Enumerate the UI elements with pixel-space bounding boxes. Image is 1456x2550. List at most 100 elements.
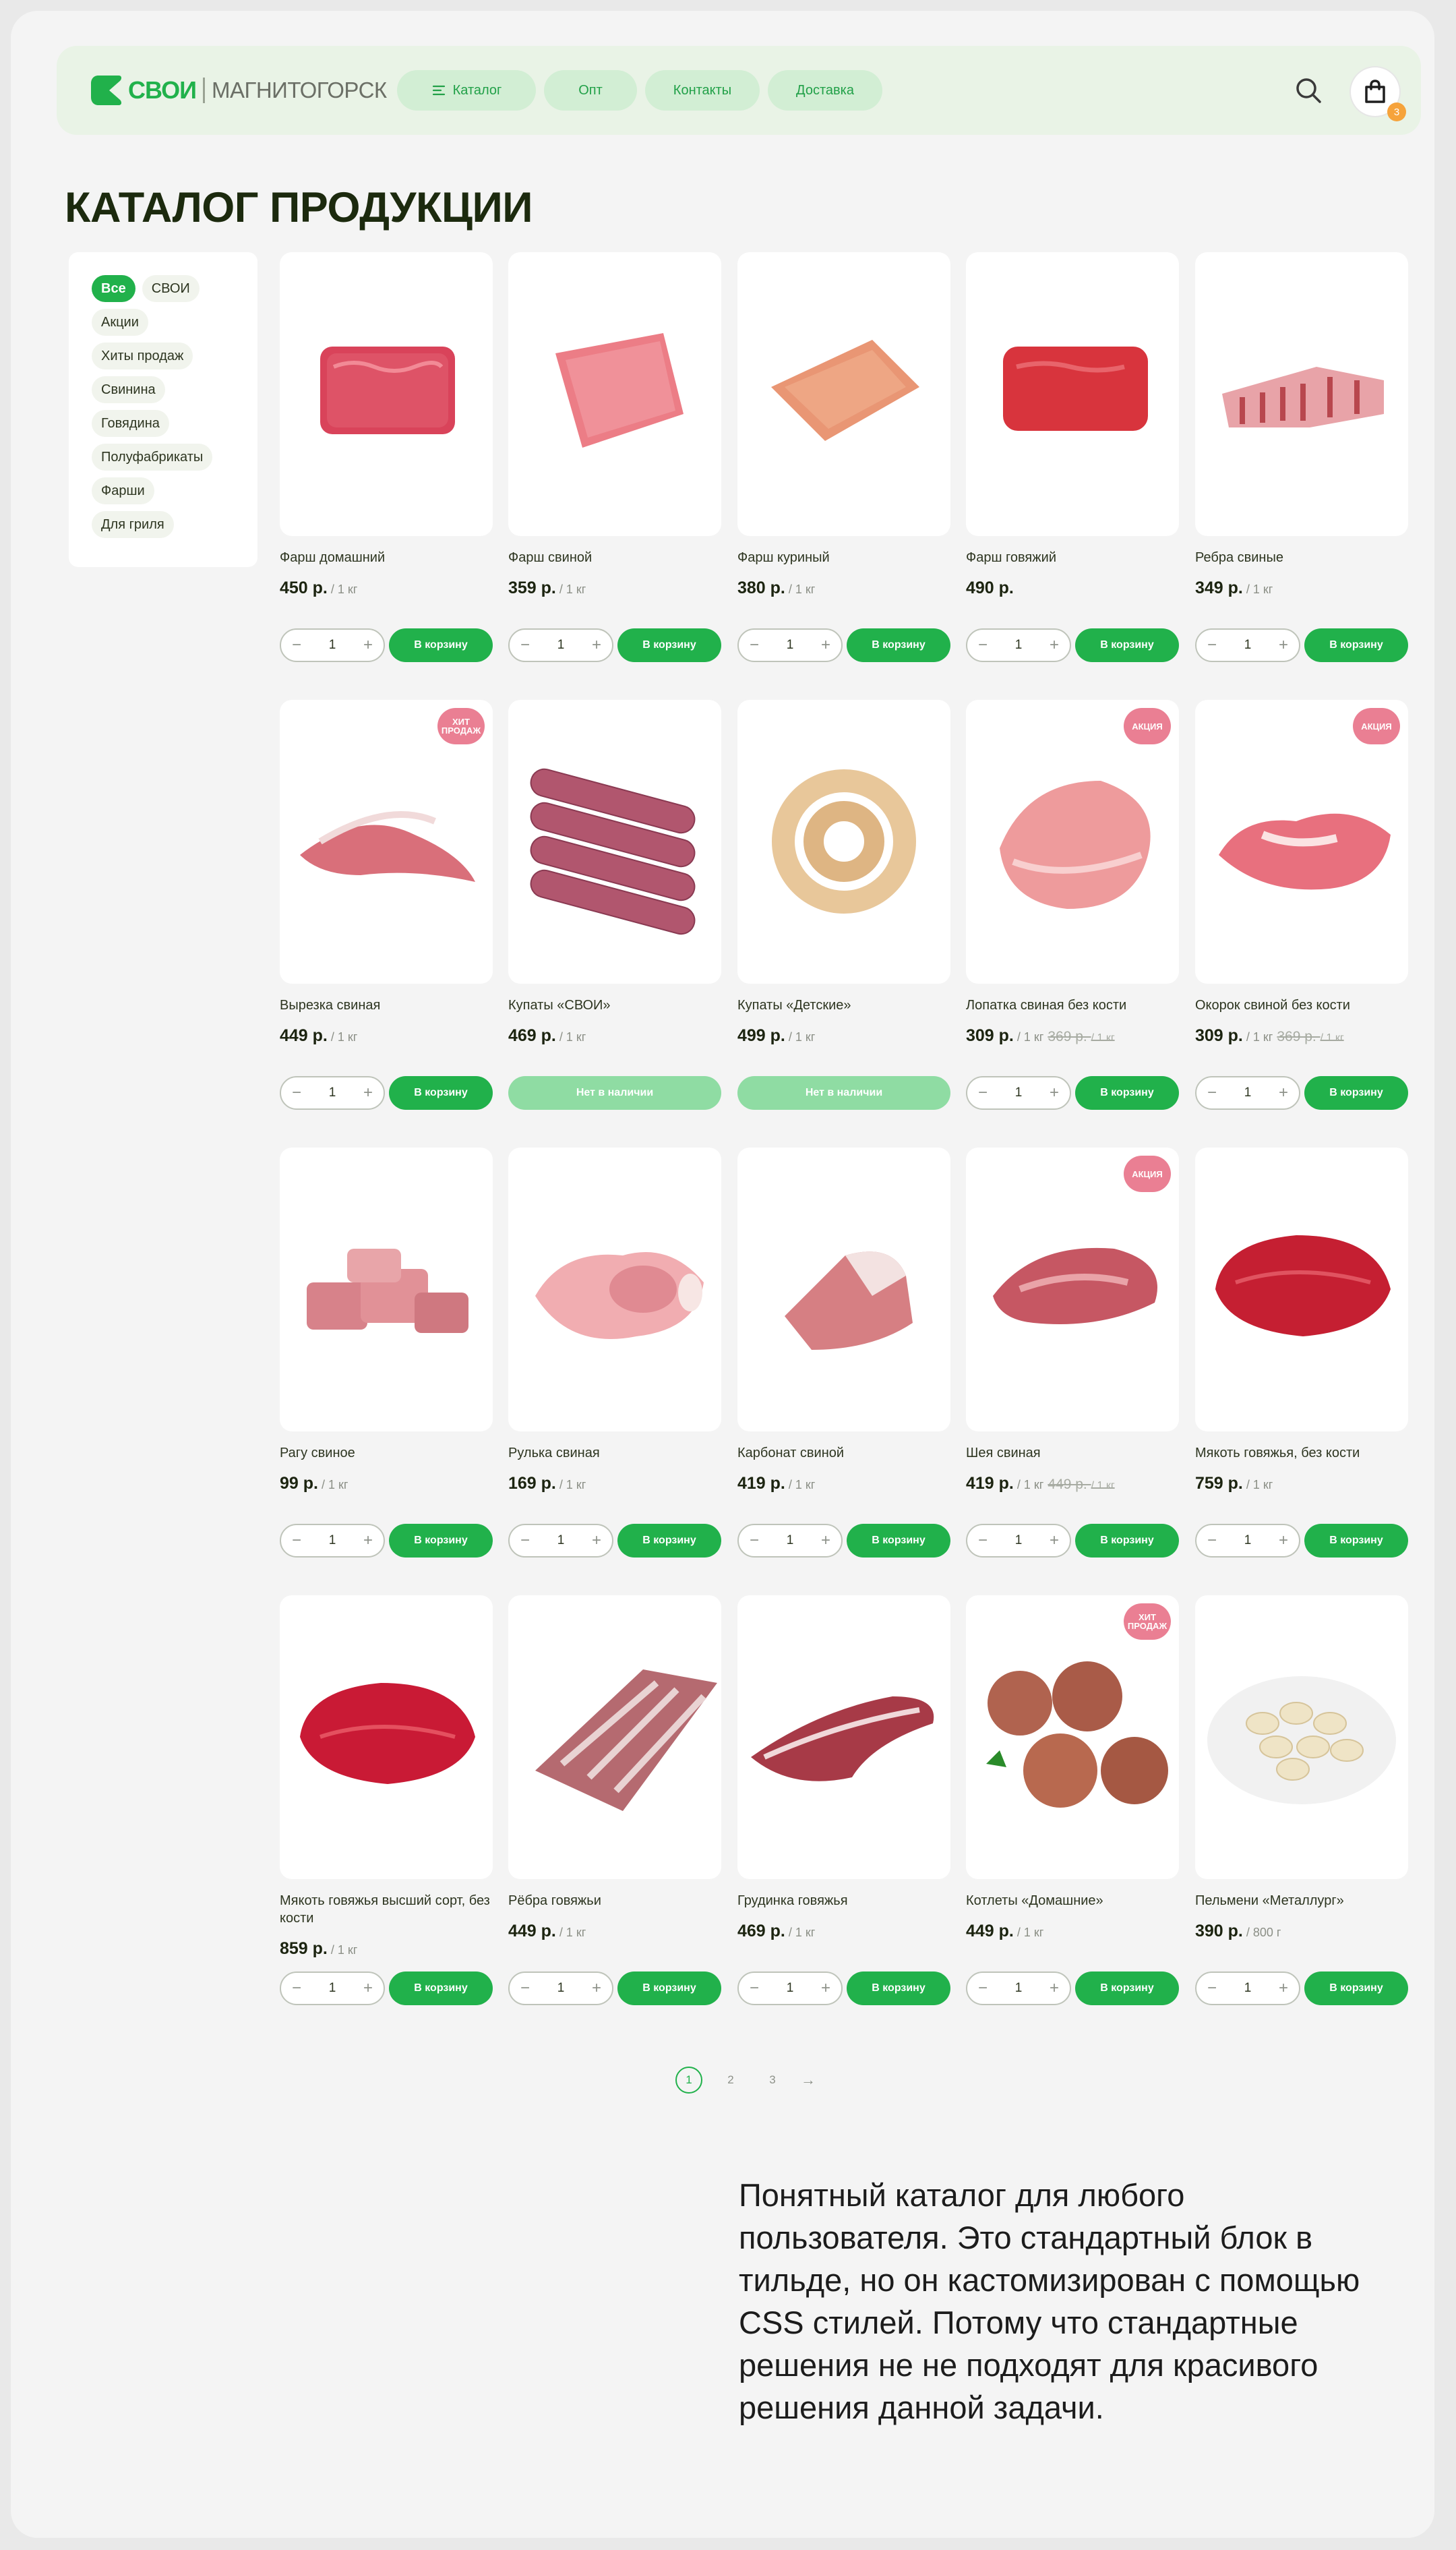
quantity-input[interactable]: 1	[1005, 1533, 1032, 1548]
product-name[interactable]: Рулька свиная	[508, 1444, 721, 1462]
filter-chip-semi-finished[interactable]: Полуфабрикаты	[92, 444, 213, 471]
product-name[interactable]: Рёбра говяжьи	[508, 1892, 721, 1909]
add-to-cart-button[interactable]: В корзину	[1075, 1076, 1179, 1110]
quantity-stepper[interactable]: − 1 +	[1195, 1524, 1300, 1558]
plus-icon[interactable]: +	[363, 1085, 373, 1101]
product-image[interactable]	[280, 252, 493, 536]
product-image[interactable]	[280, 1595, 493, 1879]
product-name[interactable]: Вырезка свиная	[280, 997, 493, 1014]
quantity-input[interactable]: 1	[319, 1533, 346, 1548]
minus-icon[interactable]: −	[292, 1533, 301, 1549]
minus-icon[interactable]: −	[292, 637, 301, 653]
plus-icon[interactable]: +	[821, 637, 830, 653]
plus-icon[interactable]: +	[1050, 1085, 1059, 1101]
add-to-cart-button[interactable]: В корзину	[847, 1524, 950, 1558]
quantity-input[interactable]: 1	[1005, 1981, 1032, 1996]
plus-icon[interactable]: +	[1279, 1085, 1288, 1101]
product-image[interactable]	[280, 1148, 493, 1431]
plus-icon[interactable]: +	[363, 1533, 373, 1549]
product-name[interactable]: Фарш говяжий	[966, 549, 1179, 566]
add-to-cart-button[interactable]: В корзину	[617, 1524, 721, 1558]
quantity-stepper[interactable]: − 1 +	[966, 628, 1071, 662]
add-to-cart-button[interactable]: В корзину	[389, 1971, 493, 2005]
page-1[interactable]: 1	[675, 2067, 702, 2094]
quantity-input[interactable]: 1	[547, 1981, 574, 1996]
plus-icon[interactable]: +	[1279, 1533, 1288, 1549]
minus-icon[interactable]: −	[750, 1980, 759, 1996]
product-image[interactable]: АКЦИЯ	[966, 1148, 1179, 1431]
quantity-stepper[interactable]: − 1 +	[737, 1971, 843, 2005]
quantity-stepper[interactable]: − 1 +	[508, 1971, 613, 2005]
nav-contacts[interactable]: Контакты	[645, 70, 760, 111]
add-to-cart-button[interactable]: В корзину	[617, 628, 721, 662]
add-to-cart-button[interactable]: В корзину	[1304, 1971, 1408, 2005]
add-to-cart-button[interactable]: В корзину	[617, 1971, 721, 2005]
add-to-cart-button[interactable]: В корзину	[1304, 628, 1408, 662]
add-to-cart-button[interactable]: В корзину	[389, 628, 493, 662]
plus-icon[interactable]: +	[592, 1980, 601, 1996]
minus-icon[interactable]: −	[750, 1533, 759, 1549]
plus-icon[interactable]: +	[1279, 637, 1288, 653]
quantity-stepper[interactable]: − 1 +	[508, 1524, 613, 1558]
minus-icon[interactable]: −	[292, 1980, 301, 1996]
product-image[interactable]	[737, 1595, 950, 1879]
search-icon[interactable]	[1293, 75, 1324, 106]
minus-icon[interactable]: −	[1207, 1980, 1217, 1996]
minus-icon[interactable]: −	[978, 1980, 988, 1996]
filter-chip-sales[interactable]: Акции	[92, 309, 148, 336]
add-to-cart-button[interactable]: В корзину	[847, 1971, 950, 2005]
product-name[interactable]: Купаты «Детские»	[737, 997, 950, 1014]
filter-chip-minced[interactable]: Фарши	[92, 477, 154, 504]
product-name[interactable]: Фарш домашний	[280, 549, 493, 566]
quantity-input[interactable]: 1	[319, 638, 346, 653]
product-name[interactable]: Фарш свиной	[508, 549, 721, 566]
quantity-input[interactable]: 1	[777, 1981, 803, 1996]
quantity-input[interactable]: 1	[777, 1533, 803, 1548]
plus-icon[interactable]: +	[592, 637, 601, 653]
minus-icon[interactable]: −	[1207, 637, 1217, 653]
minus-icon[interactable]: −	[520, 1533, 530, 1549]
minus-icon[interactable]: −	[1207, 1085, 1217, 1101]
product-image[interactable]	[737, 252, 950, 536]
plus-icon[interactable]: +	[592, 1533, 601, 1549]
plus-icon[interactable]: +	[1050, 1533, 1059, 1549]
quantity-stepper[interactable]: − 1 +	[966, 1971, 1071, 2005]
product-image[interactable]: АКЦИЯ	[1195, 700, 1408, 984]
quantity-stepper[interactable]: − 1 +	[508, 628, 613, 662]
minus-icon[interactable]: −	[978, 1085, 988, 1101]
page-2[interactable]: 2	[717, 2067, 744, 2094]
product-image[interactable]	[737, 700, 950, 984]
product-name[interactable]: Шея свиная	[966, 1444, 1179, 1462]
product-image[interactable]	[966, 252, 1179, 536]
product-image[interactable]	[508, 252, 721, 536]
filter-chip-hits[interactable]: Хиты продаж	[92, 343, 193, 369]
filter-chip-pork[interactable]: Свинина	[92, 376, 165, 403]
product-image[interactable]: ХИТ ПРОДАЖ	[966, 1595, 1179, 1879]
quantity-stepper[interactable]: − 1 +	[280, 628, 385, 662]
quantity-stepper[interactable]: − 1 +	[737, 628, 843, 662]
quantity-input[interactable]: 1	[1234, 1533, 1261, 1548]
nav-delivery[interactable]: Доставка	[768, 70, 882, 111]
quantity-input[interactable]: 1	[547, 638, 574, 653]
product-name[interactable]: Мякоть говяжья высший сорт, без кости	[280, 1892, 493, 1927]
quantity-input[interactable]: 1	[1234, 638, 1261, 653]
quantity-input[interactable]: 1	[319, 1981, 346, 1996]
quantity-input[interactable]: 1	[1005, 638, 1032, 653]
quantity-input[interactable]: 1	[1234, 1086, 1261, 1100]
plus-icon[interactable]: +	[363, 637, 373, 653]
minus-icon[interactable]: −	[520, 637, 530, 653]
minus-icon[interactable]: −	[1207, 1533, 1217, 1549]
product-name[interactable]: Ребра свиные	[1195, 549, 1408, 566]
product-image[interactable]	[737, 1148, 950, 1431]
filter-chip-all[interactable]: Все	[92, 275, 135, 302]
minus-icon[interactable]: −	[520, 1980, 530, 1996]
product-image[interactable]	[1195, 1148, 1408, 1431]
product-name[interactable]: Купаты «СВОИ»	[508, 997, 721, 1014]
plus-icon[interactable]: +	[363, 1980, 373, 1996]
quantity-stepper[interactable]: − 1 +	[737, 1524, 843, 1558]
arrow-right-icon[interactable]: →	[801, 2071, 816, 2089]
product-image[interactable]	[508, 1148, 721, 1431]
product-name[interactable]: Фарш куриный	[737, 549, 950, 566]
add-to-cart-button[interactable]: В корзину	[1075, 628, 1179, 662]
plus-icon[interactable]: +	[821, 1980, 830, 1996]
